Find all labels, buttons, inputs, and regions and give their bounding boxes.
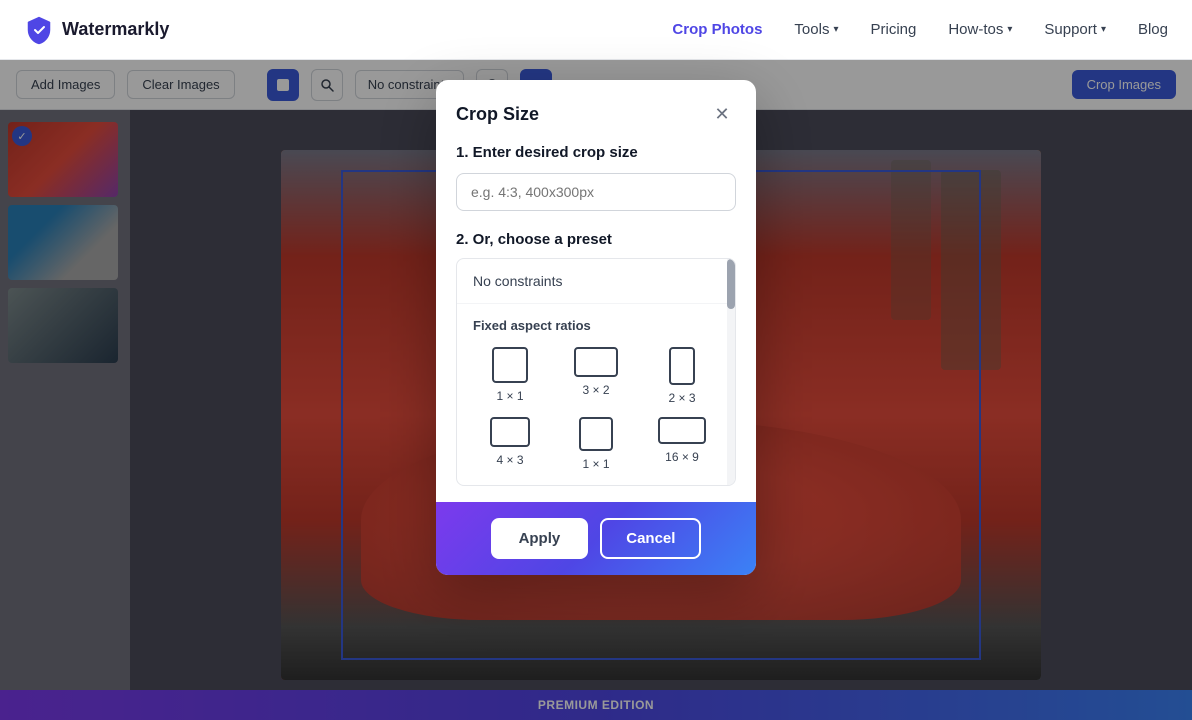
step2-heading: 2. Or, choose a preset xyxy=(456,231,736,248)
logo[interactable]: Watermarkly xyxy=(24,15,169,45)
ratio-label-1x1: 1 × 1 xyxy=(496,389,523,403)
no-constraints-option[interactable]: No constraints xyxy=(457,259,735,304)
ratio-label-square2: 1 × 1 xyxy=(582,457,609,471)
modal-overlay: Crop Size ✕ 1. Enter desired crop size 2… xyxy=(0,60,1192,720)
preset-3x2[interactable]: 3 × 2 xyxy=(559,347,633,405)
ratio-grid: 1 × 1 3 × 2 2 × 3 4 × 3 xyxy=(473,347,719,471)
ratio-label-16x9: 16 × 9 xyxy=(665,450,699,464)
navbar: Watermarkly Crop Photos Tools ▾ Pricing … xyxy=(0,0,1192,60)
step1-heading: 1. Enter desired crop size xyxy=(456,144,736,161)
ratio-box-3x2 xyxy=(574,347,618,377)
nav-item-pricing[interactable]: Pricing xyxy=(870,21,916,38)
support-chevron-icon: ▾ xyxy=(1101,24,1106,35)
modal-body: 1. Enter desired crop size 2. Or, choose… xyxy=(436,144,756,502)
apply-button[interactable]: Apply xyxy=(491,518,589,559)
cancel-button[interactable]: Cancel xyxy=(600,518,701,559)
preset-16x9[interactable]: 16 × 9 xyxy=(645,417,719,471)
ratio-label-2x3: 2 × 3 xyxy=(668,391,695,405)
tools-chevron-icon: ▾ xyxy=(833,24,838,35)
ratio-box-2x3 xyxy=(669,347,695,385)
modal-footer: Apply Cancel xyxy=(436,502,756,575)
preset-4x3[interactable]: 4 × 3 xyxy=(473,417,547,471)
preset-1x1[interactable]: 1 × 1 xyxy=(473,347,547,405)
ratio-box-16x9 xyxy=(658,417,706,444)
modal-close-button[interactable]: ✕ xyxy=(708,100,736,128)
logo-text: Watermarkly xyxy=(62,19,169,40)
shield-icon xyxy=(24,15,54,45)
modal-title: Crop Size xyxy=(456,104,539,125)
preset-list: No constraints Fixed aspect ratios 1 × 1… xyxy=(456,258,736,486)
fixed-ratios-heading: Fixed aspect ratios xyxy=(473,318,719,333)
ratio-box-1x1 xyxy=(492,347,528,383)
nav-item-crop-photos[interactable]: Crop Photos xyxy=(672,21,762,38)
ratio-box-4x3 xyxy=(490,417,530,447)
scrollbar-thumb[interactable] xyxy=(727,259,735,309)
scrollbar-track xyxy=(727,259,735,485)
crop-size-input[interactable] xyxy=(456,173,736,211)
ratio-box-square2 xyxy=(579,417,613,451)
fixed-ratios-section: Fixed aspect ratios 1 × 1 3 × 2 2 × xyxy=(457,304,735,485)
how-tos-chevron-icon: ▾ xyxy=(1007,24,1012,35)
modal-header: Crop Size ✕ xyxy=(436,80,756,144)
crop-size-modal: Crop Size ✕ 1. Enter desired crop size 2… xyxy=(436,80,756,575)
nav-item-blog[interactable]: Blog xyxy=(1138,21,1168,38)
preset-square2[interactable]: 1 × 1 xyxy=(559,417,633,471)
nav-item-tools[interactable]: Tools ▾ xyxy=(794,21,838,38)
nav-item-how-tos[interactable]: How-tos ▾ xyxy=(948,21,1012,38)
ratio-label-3x2: 3 × 2 xyxy=(582,383,609,397)
preset-2x3[interactable]: 2 × 3 xyxy=(645,347,719,405)
nav-item-support[interactable]: Support ▾ xyxy=(1044,21,1106,38)
ratio-label-4x3: 4 × 3 xyxy=(496,453,523,467)
nav-links: Crop Photos Tools ▾ Pricing How-tos ▾ Su… xyxy=(672,21,1168,38)
